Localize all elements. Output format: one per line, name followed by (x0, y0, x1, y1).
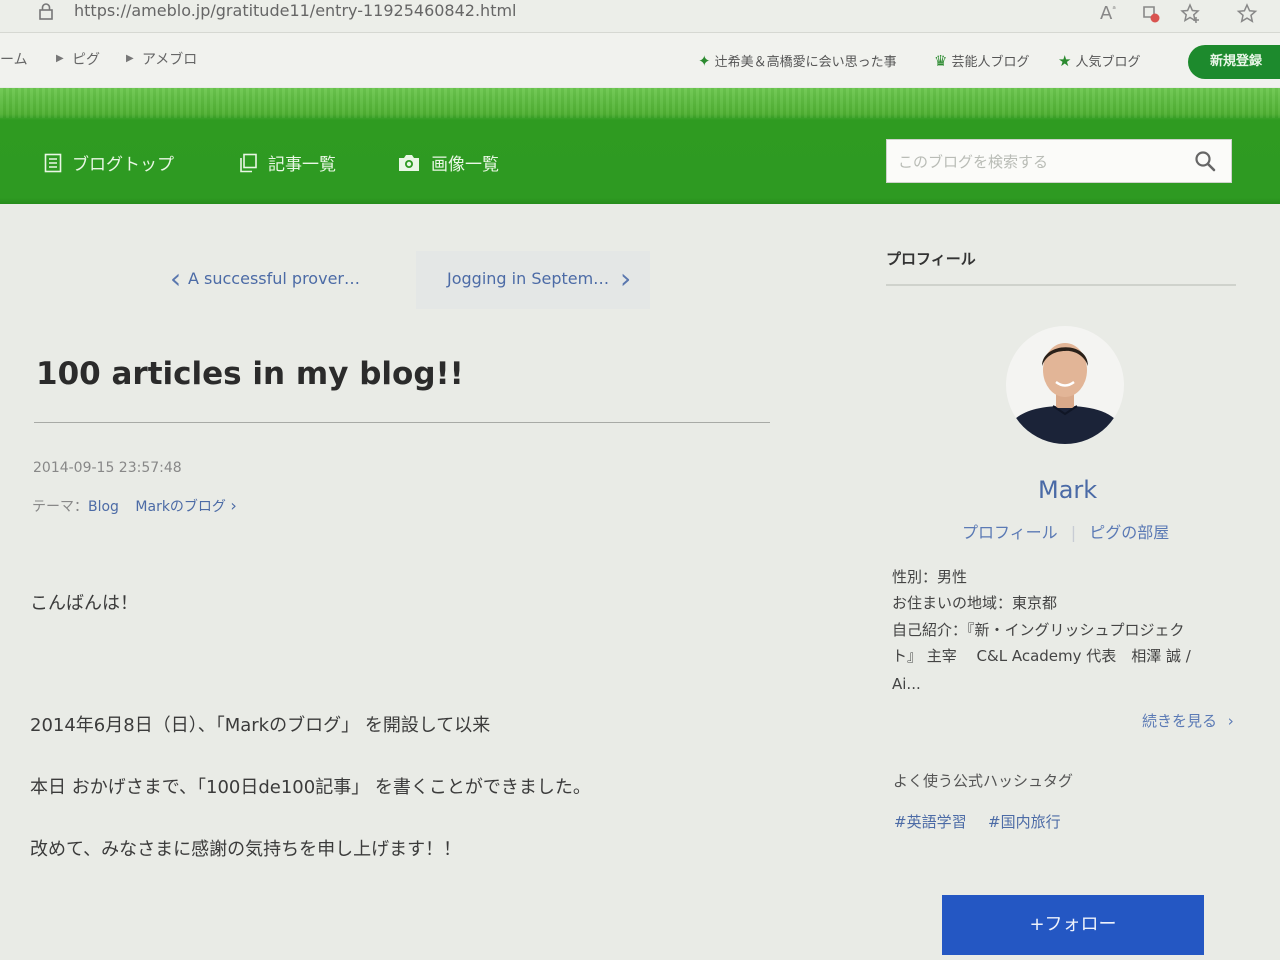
favorites-icon[interactable] (1236, 3, 1258, 25)
avatar[interactable] (1006, 320, 1124, 450)
nav-article-list[interactable]: 記事一覧 (238, 150, 336, 175)
crown-icon: ♛ (934, 52, 948, 70)
nav-blog-top[interactable]: ブログトップ (44, 150, 174, 175)
article-datetime: 2014-09-15 23:57:48 (33, 460, 182, 476)
toplink-celebrity-label: 芸能人ブログ (951, 55, 1030, 70)
hashtag-link[interactable]: #国内旅行 (988, 811, 1061, 832)
camera-icon (399, 155, 419, 171)
toplink-trending-label: 辻希美＆高橋愛に会い思った事 (714, 55, 897, 70)
profile-name[interactable]: Mark (1038, 476, 1097, 504)
title-divider (34, 422, 770, 423)
read-more-label: 続きを見る (1142, 712, 1218, 730)
profile-heading: プロフィール (886, 250, 976, 268)
blog-header-texture (0, 88, 1280, 118)
profile-link[interactable]: プロフィール (962, 523, 1058, 542)
url-field[interactable]: https://ameblo.jp/gratitude11/entry-1192… (74, 0, 517, 22)
chevron-right-icon: › (620, 262, 632, 295)
theme-link[interactable]: Blog (88, 499, 119, 515)
lock-icon[interactable] (36, 2, 56, 22)
profile-intro: ト』 主宰 C&L Academy 代表 相澤 誠 / (892, 647, 1191, 665)
article-paragraph: 2014年6月8日（日）、「Markのブログ」 を開設して以来 (30, 715, 491, 736)
read-aloud-icon[interactable]: Aᵃ (1100, 3, 1116, 24)
breadcrumb-pigg[interactable]: ピグ (72, 49, 100, 69)
profile-gender: 性別：男性 (892, 568, 968, 586)
profile-divider (886, 284, 1236, 286)
link-separator: | (1070, 523, 1077, 542)
signup-button[interactable]: 新規登録 (1188, 45, 1280, 79)
next-article-label[interactable]: Jogging in Septem… (447, 269, 609, 288)
read-more-link[interactable]: 続きを見る › (1142, 710, 1234, 731)
chevron-right-icon: › (1227, 712, 1234, 730)
article-paragraph: 本日 おかげさまで、「100日de100記事」 を書くことができました。 (30, 777, 591, 798)
blog-search-placeholder: このブログを検索する (898, 153, 1049, 171)
hashtag-link[interactable]: #英語学習 (894, 811, 967, 832)
chevron-right-icon: › (230, 496, 237, 515)
breadcrumb-arrow-icon: ▶ (126, 53, 134, 64)
profile-location: お住まいの地域：東京都 (892, 594, 1058, 612)
toplink-popular-blogs[interactable]: ★ 人気ブログ (1058, 51, 1140, 70)
chevron-left-icon: ‹ (170, 262, 182, 295)
star-icon: ★ (1058, 52, 1072, 70)
favorite-add-icon[interactable] (1180, 3, 1202, 25)
nav-article-list-label: 記事一覧 (268, 155, 336, 175)
sparkle-icon: ✦ (698, 52, 711, 70)
prev-article-label[interactable]: A successful prover… (188, 269, 360, 288)
search-icon[interactable] (1194, 150, 1216, 172)
profile-intro: Ai... (892, 675, 921, 693)
tracking-icon[interactable] (1140, 3, 1162, 25)
toplink-celebrity-blogs[interactable]: ♛ 芸能人ブログ (934, 51, 1029, 70)
breadcrumb-arrow-icon: ▶ (56, 53, 64, 64)
document-icon (44, 153, 62, 173)
article-paragraph: 改めて、みなさまに感謝の気持ちを申し上げます！！ (30, 839, 462, 860)
toplink-trending[interactable]: ✦ 辻希美＆高橋愛に会い思った事 (698, 51, 897, 70)
article-theme: テーマ：Blog Markのブログ › (32, 496, 237, 516)
hashtags-heading: よく使う公式ハッシュタグ (893, 772, 1074, 790)
theme-prefix: テーマ： (32, 499, 88, 515)
article-title: 100 articles in my blog!! (36, 356, 464, 392)
toplink-popular-label: 人気ブログ (1075, 55, 1141, 70)
copy-icon (240, 153, 257, 173)
nav-blog-top-label: ブログトップ (72, 155, 174, 175)
breadcrumb-ameblo[interactable]: アメブロ (142, 49, 197, 69)
follow-button[interactable]: +フォロー (942, 895, 1204, 955)
pigg-room-link[interactable]: ピグの部屋 (1089, 523, 1169, 542)
profile-links: プロフィール | ピグの部屋 (962, 519, 1169, 543)
nav-image-list-label: 画像一覧 (431, 155, 499, 175)
theme-blog-link[interactable]: Markのブログ (135, 499, 226, 515)
profile-intro: 自己紹介：『新・イングリッシュプロジェク (892, 621, 1185, 639)
breadcrumb-home[interactable]: ーム (0, 49, 28, 69)
article-paragraph: こんばんは！ (30, 593, 138, 614)
nav-image-list[interactable]: 画像一覧 (397, 150, 499, 175)
